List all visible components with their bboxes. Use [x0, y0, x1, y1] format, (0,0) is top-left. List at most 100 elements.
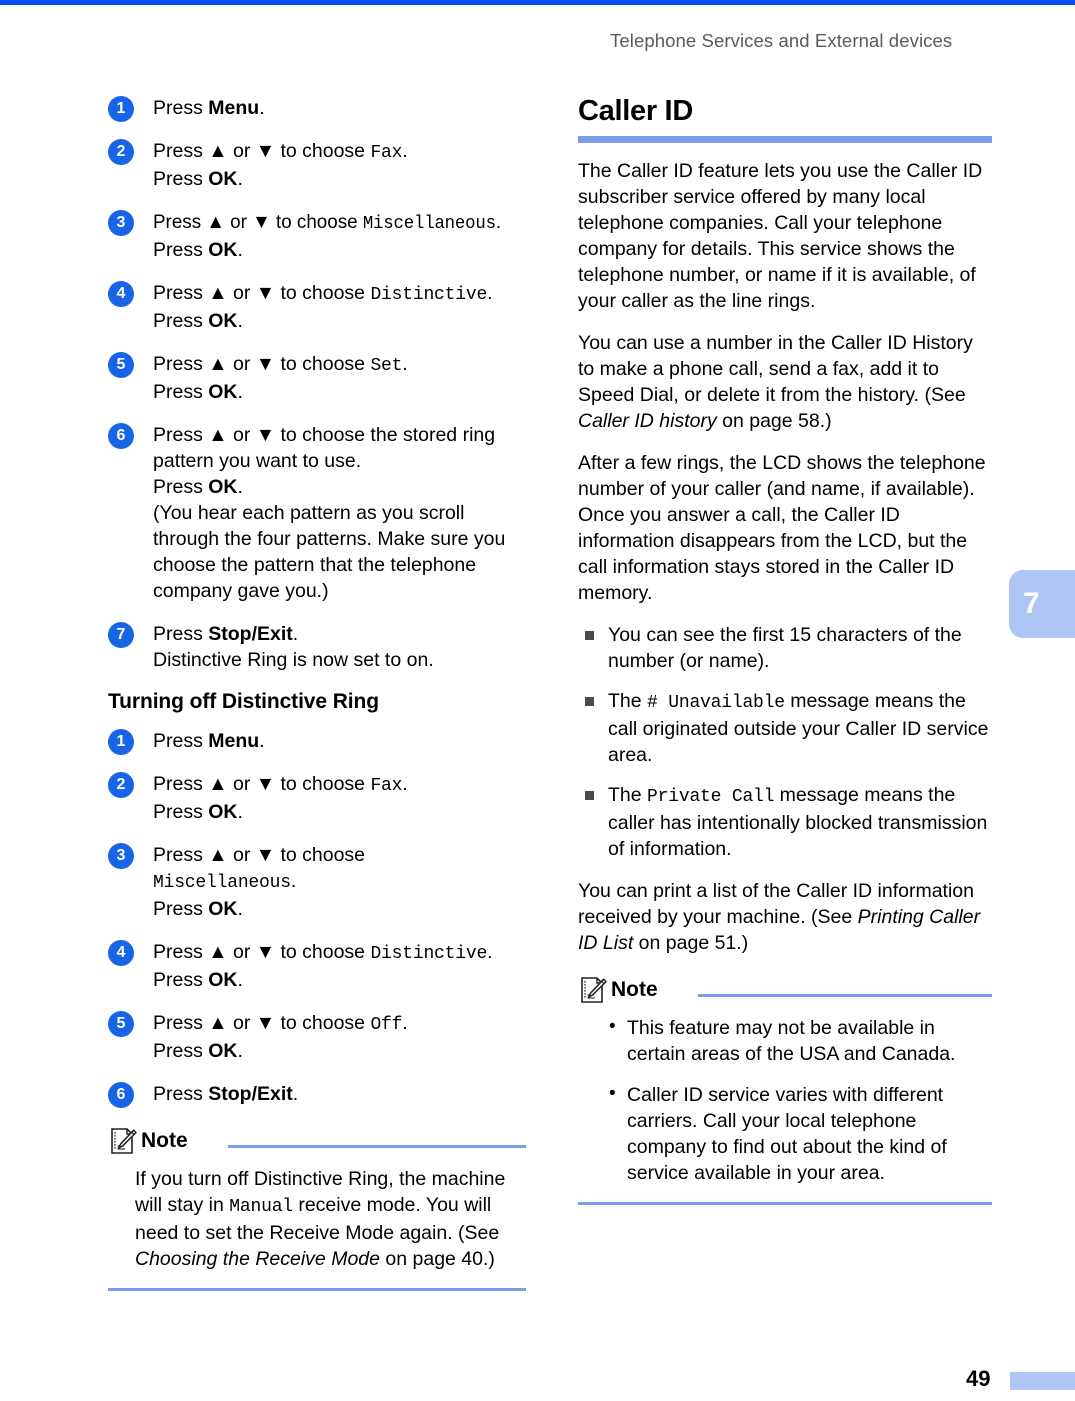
- numbered-step: 1 Press Menu.: [108, 95, 526, 122]
- section-heading-turning-off: Turning off Distinctive Ring: [108, 690, 379, 713]
- step-body: Press ▲ or ▼ to choose Off. Press OK.: [153, 1010, 526, 1064]
- note-header: Note: [108, 1127, 526, 1159]
- note-text-3: on page 40.): [379, 1248, 495, 1270]
- step-line: Press OK.: [153, 310, 243, 332]
- step-body: Press ▲ or ▼ to choose Miscellaneous. Pre…: [153, 209, 526, 263]
- step-line: Press OK.: [153, 476, 243, 498]
- step-line: Press ▲ or ▼ to choose Off.: [153, 1012, 408, 1035]
- step-line: Press ▲ or ▼ to choose Distinctive.: [153, 941, 493, 964]
- note-pencil-icon: [108, 1127, 138, 1157]
- step-number-badge: 3: [108, 210, 134, 236]
- step-line: Miscellaneous.: [153, 870, 297, 893]
- right-column: Caller ID The Caller ID feature lets you…: [578, 95, 992, 1205]
- note-header-rule: [698, 994, 992, 997]
- numbered-step: 3 Press ▲ or ▼ to choose Miscellaneous. Pr…: [108, 209, 526, 263]
- bullet-lcd-value: # Unavailable: [647, 693, 785, 713]
- note-xref-choosing-receive-mode: Choosing the Receive Mode: [135, 1248, 380, 1270]
- step-lcd-value: Miscellaneous: [362, 214, 496, 234]
- list-item: You can see the first 15 characters of t…: [578, 622, 992, 674]
- step-lcd-value: Off: [370, 1015, 403, 1035]
- step-key-label: OK: [208, 476, 238, 498]
- para4-text-2: on page 51.): [633, 932, 749, 954]
- step-lcd-value: Distinctive: [370, 285, 488, 305]
- step-lcd-value: Miscellaneous: [153, 873, 291, 893]
- step-number-badge: 1: [108, 729, 134, 755]
- step-line: Press Stop/Exit.: [153, 1083, 299, 1105]
- numbered-step: 2 Press ▲ or ▼ to choose Fax. Press OK.: [108, 771, 526, 825]
- step-line: Press OK.: [153, 969, 243, 991]
- step-line: Press OK.: [153, 239, 243, 261]
- xref-caller-id-history: Caller ID history: [578, 410, 717, 432]
- step-line: Press OK.: [153, 801, 243, 823]
- note-box-right: Note This feature may not be available i…: [578, 977, 992, 1205]
- paragraph-lcd-behavior: After a few rings, the LCD shows the tel…: [578, 452, 986, 604]
- step-line: (You hear each pattern as you scroll thr…: [153, 502, 506, 602]
- step-lcd-value: Fax: [370, 776, 403, 796]
- numbered-step: 1 Press Menu.: [108, 728, 526, 755]
- step-key-label: OK: [208, 381, 238, 403]
- steps-list-turning-off: 1 Press Menu. 2 Press ▲ or ▼ to choose Fax.…: [108, 728, 526, 1108]
- step-body: Press ▲ or ▼ to choose Distinctive. Press…: [153, 939, 526, 993]
- note-header-rule: [228, 1145, 526, 1148]
- page-title: Caller ID: [578, 95, 693, 127]
- step-number-badge: 5: [108, 352, 134, 378]
- numbered-step: 2 Press ▲ or ▼ to choose Fax. Press OK.: [108, 138, 526, 192]
- numbered-step: 4 Press ▲ or ▼ to choose Distinctive. Pres…: [108, 280, 526, 334]
- step-key-label: Menu: [208, 730, 260, 752]
- numbered-step: 3 Press ▲ or ▼ to choose Miscellaneous. Pre…: [108, 842, 526, 922]
- step-line-condensed: Press ▲ or ▼ to choose Miscellaneous.: [153, 211, 502, 234]
- note-header: Note: [578, 977, 992, 1008]
- step-lcd-value: Set: [370, 356, 403, 376]
- step-body: Press ▲ or ▼ to choose Distinctive. Press…: [153, 280, 526, 334]
- note-label: Note: [611, 978, 658, 1001]
- numbered-step: 6 Press Stop/Exit.: [108, 1081, 526, 1108]
- footer-accent-bar: [1010, 1372, 1075, 1390]
- step-key-label: OK: [208, 898, 238, 920]
- step-key-label: OK: [208, 1040, 238, 1062]
- bullet-text-1: The: [608, 784, 648, 806]
- numbered-step: 7 Press Stop/Exit. Distinctive Ring is now…: [108, 621, 526, 673]
- step-line: Press ▲ or ▼ to choose: [153, 844, 366, 866]
- step-key-label: OK: [208, 801, 238, 823]
- note-footer-rule: [578, 1202, 992, 1205]
- step-line: Press ▲ or ▼ to choose Miscellaneous.: [153, 209, 526, 237]
- step-line: Press ▲ or ▼ to choose Fax.: [153, 773, 408, 796]
- bullet-text-1: The: [608, 690, 648, 712]
- step-key-label: OK: [208, 239, 238, 261]
- step-key-label: Stop/Exit: [208, 1083, 293, 1105]
- step-line: Press Menu.: [153, 730, 265, 752]
- step-lcd-value: Distinctive: [370, 944, 488, 964]
- running-head: Telephone Services and External devices: [610, 30, 953, 51]
- step-key-label: OK: [208, 969, 238, 991]
- page-title-rule: [578, 136, 992, 143]
- note-body: This feature may not be available in cer…: [578, 1014, 992, 1186]
- numbered-step: 5 Press ▲ or ▼ to choose Set. Press OK.: [108, 351, 526, 405]
- numbered-step: 5 Press ▲ or ▼ to choose Off. Press OK.: [108, 1010, 526, 1064]
- step-line: Press OK.: [153, 1040, 243, 1062]
- caller-id-bullet-list: You can see the first 15 characters of t…: [578, 622, 992, 862]
- step-line: Press OK.: [153, 898, 243, 920]
- para2-text-2: on page 58.): [716, 410, 832, 432]
- step-line: Press OK.: [153, 168, 243, 190]
- step-key-label: Menu: [208, 97, 260, 119]
- step-number-badge: 3: [108, 843, 134, 869]
- note-list-item: This feature may not be available in cer…: [605, 1014, 992, 1067]
- step-line: Press Menu.: [153, 97, 265, 119]
- step-body: Press Stop/Exit. Distinctive Ring is now …: [153, 621, 526, 673]
- chapter-tab-number: 7: [1023, 587, 1040, 620]
- step-line: Press ▲ or ▼ to choose Distinctive.: [153, 282, 493, 305]
- list-item: The # Unavailable message means the call…: [578, 688, 992, 768]
- left-column: 1 Press Menu. 2 Press ▲ or ▼ to choose Fax.…: [108, 95, 526, 1291]
- note-box-left: Note If you turn off Distinctive Ring, t…: [108, 1127, 526, 1291]
- note-item-list: This feature may not be available in cer…: [605, 1014, 992, 1186]
- paragraph-caller-id-intro: The Caller ID feature lets you use the C…: [578, 160, 983, 312]
- step-body: Press Stop/Exit.: [153, 1081, 526, 1107]
- step-number-badge: 2: [108, 772, 134, 798]
- list-item: The Private Call message means the calle…: [578, 782, 992, 862]
- step-number-badge: 6: [108, 1082, 134, 1108]
- note-footer-rule: [108, 1288, 526, 1291]
- step-body: Press Menu.: [153, 95, 526, 121]
- paragraph-print-list: You can print a list of the Caller ID in…: [578, 878, 992, 956]
- para2-text-1: You can use a number in the Caller ID Hi…: [578, 332, 973, 406]
- step-key-label: OK: [208, 168, 238, 190]
